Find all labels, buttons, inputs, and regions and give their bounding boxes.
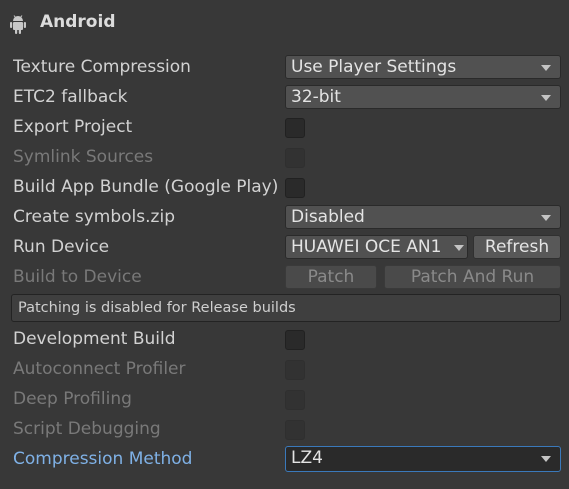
android-icon [10,15,26,34]
create-symbols-row: Create symbols.zip Disabled [0,203,569,233]
chevron-down-icon [454,245,464,251]
symlink-sources-label: Symlink Sources [13,147,154,167]
run-device-label: Run Device [13,237,110,257]
deep-profiling-row: Deep Profiling [0,385,569,415]
autoconnect-profiler-label: Autoconnect Profiler [13,359,186,379]
texture-compression-value: Use Player Settings [291,57,457,77]
autoconnect-profiler-row: Autoconnect Profiler [0,355,569,385]
texture-compression-row: Texture Compression Use Player Settings [0,53,569,83]
create-symbols-value: Disabled [291,207,365,227]
build-app-bundle-label: Build App Bundle (Google Play) [13,177,279,197]
development-build-label: Development Build [13,329,176,349]
script-debugging-checkbox [285,420,305,440]
compression-method-row: Compression Method LZ4 [0,445,569,475]
chevron-down-icon [541,456,551,462]
patch-and-run-button[interactable]: Patch And Run [384,265,561,289]
build-to-device-label: Build to Device [13,267,142,287]
run-device-dropdown[interactable]: HUAWEI OCE AN1 [285,235,468,259]
deep-profiling-checkbox [285,390,305,410]
export-project-checkbox[interactable] [285,118,305,138]
chevron-down-icon [541,215,551,221]
etc2-fallback-row: ETC2 fallback 32-bit [0,83,569,113]
info-message: Patching is disabled for Release builds [18,300,296,316]
symlink-sources-checkbox [285,148,305,168]
create-symbols-label: Create symbols.zip [13,207,175,227]
section-title: Android [40,12,116,32]
etc2-fallback-dropdown[interactable]: 32-bit [285,85,561,109]
texture-compression-dropdown[interactable]: Use Player Settings [285,55,561,79]
export-project-label: Export Project [13,117,133,137]
create-symbols-dropdown[interactable]: Disabled [285,205,561,229]
etc2-fallback-label: ETC2 fallback [13,87,128,107]
etc2-fallback-value: 32-bit [291,87,341,107]
script-debugging-label: Script Debugging [13,419,161,439]
development-build-checkbox[interactable] [285,330,305,350]
texture-compression-label: Texture Compression [13,57,191,77]
run-device-value: HUAWEI OCE AN1 [291,237,442,257]
chevron-down-icon [541,95,551,101]
chevron-down-icon [541,65,551,71]
android-section-header: Android [0,0,569,50]
refresh-button[interactable]: Refresh [473,235,561,259]
run-device-row: Run Device HUAWEI OCE AN1 Refresh [0,233,569,263]
build-to-device-row: Build to Device Patch Patch And Run [0,263,569,293]
patch-button[interactable]: Patch [285,265,377,289]
autoconnect-profiler-checkbox [285,360,305,380]
deep-profiling-label: Deep Profiling [13,389,132,409]
export-project-row: Export Project [0,113,569,143]
script-debugging-row: Script Debugging [0,415,569,445]
compression-method-value: LZ4 [291,448,323,468]
compression-method-label: Compression Method [13,449,193,469]
info-message-box: Patching is disabled for Release builds [11,294,561,322]
build-app-bundle-row: Build App Bundle (Google Play) [0,173,569,203]
development-build-row: Development Build [0,325,569,355]
build-app-bundle-checkbox[interactable] [285,178,305,198]
compression-method-dropdown[interactable]: LZ4 [285,446,561,472]
symlink-sources-row: Symlink Sources [0,143,569,173]
